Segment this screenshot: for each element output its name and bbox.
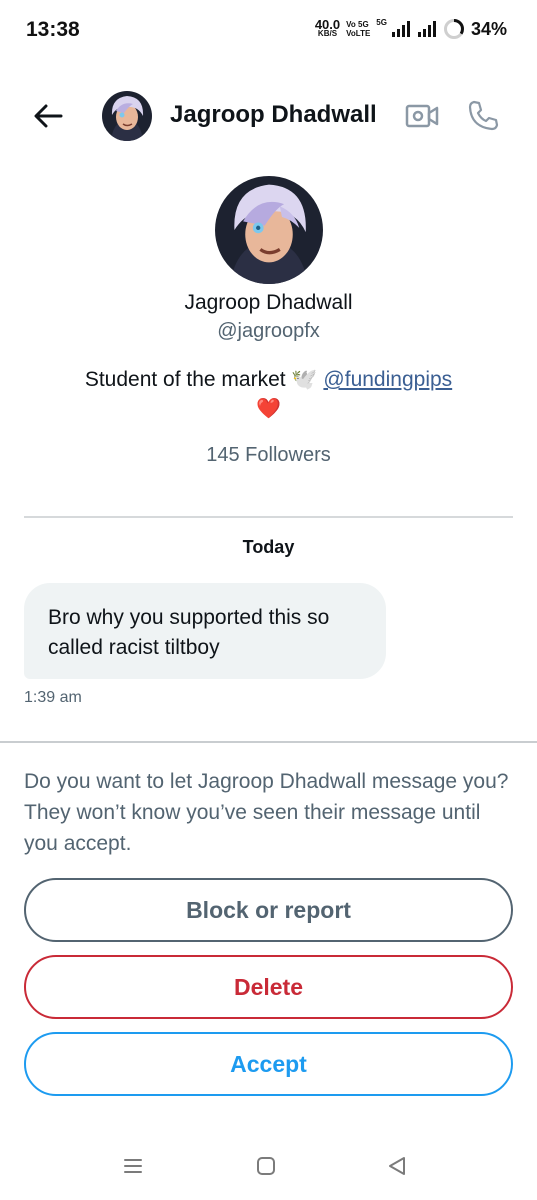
- menu-icon: [124, 1159, 142, 1173]
- profile-handle[interactable]: @jagroopfx: [0, 320, 537, 343]
- video-call-button[interactable]: [404, 100, 440, 132]
- battery-percent: 34%: [470, 18, 507, 39]
- triangle-back-icon: [389, 1157, 405, 1175]
- profile-bio: Student of the market 🕊️ @fundingpips: [0, 368, 537, 392]
- message-bubble[interactable]: Bro why you supported this so called rac…: [24, 583, 386, 679]
- avatar-image: [102, 91, 152, 141]
- status-icons: 40.0 KB/S Vo 5G VoLTE 5G 34%: [315, 18, 507, 40]
- accept-button[interactable]: Accept: [24, 1032, 513, 1096]
- divider: [0, 741, 537, 743]
- system-back-button[interactable]: [386, 1155, 408, 1177]
- home-square-icon: [257, 1157, 275, 1175]
- battery-ring-icon: [443, 19, 464, 39]
- block-or-report-button[interactable]: Block or report: [24, 878, 513, 942]
- volte-label-1: Vo 5G: [346, 20, 369, 29]
- header-avatar[interactable]: [102, 91, 152, 141]
- profile-avatar[interactable]: [215, 176, 323, 284]
- followers-count[interactable]: 145 Followers: [0, 444, 537, 467]
- message-time: 1:39 am: [24, 689, 82, 706]
- avatar-image: [215, 176, 323, 284]
- five-g-label: 5G: [376, 18, 387, 27]
- heart-emoji: ❤️: [256, 398, 281, 420]
- volte-indicator: Vo 5G VoLTE: [346, 20, 370, 38]
- divider: [24, 516, 513, 518]
- video-camera-icon: [405, 104, 439, 128]
- profile-name[interactable]: Jagroop Dhadwall: [0, 291, 537, 315]
- recent-apps-button[interactable]: [122, 1155, 144, 1177]
- header-name[interactable]: Jagroop Dhadwall: [170, 101, 377, 129]
- network-speed-unit: KB/S: [317, 29, 338, 38]
- back-arrow-icon: [34, 104, 63, 128]
- volte-label-2: VoLTE: [346, 29, 371, 38]
- status-time: 13:38: [26, 18, 80, 41]
- bio-mention-link[interactable]: @fundingpips: [323, 368, 452, 391]
- phone-call-button[interactable]: [465, 97, 501, 133]
- network-speed: 40.0 KB/S: [314, 17, 341, 38]
- bio-heart: ❤️: [0, 396, 537, 421]
- signal-icon: [391, 21, 410, 37]
- message-request-prompt: Do you want to let Jagroop Dhadwall mess…: [24, 770, 509, 855]
- back-button[interactable]: [30, 98, 66, 134]
- phone-icon: [468, 100, 499, 131]
- day-label: Today: [242, 537, 295, 557]
- bio-text: Student of the market 🕊️: [84, 368, 324, 391]
- signal-icon-2: [417, 21, 436, 37]
- delete-button[interactable]: Delete: [24, 955, 513, 1019]
- network-speed-value: 40.0: [314, 17, 341, 32]
- home-button[interactable]: [255, 1155, 277, 1177]
